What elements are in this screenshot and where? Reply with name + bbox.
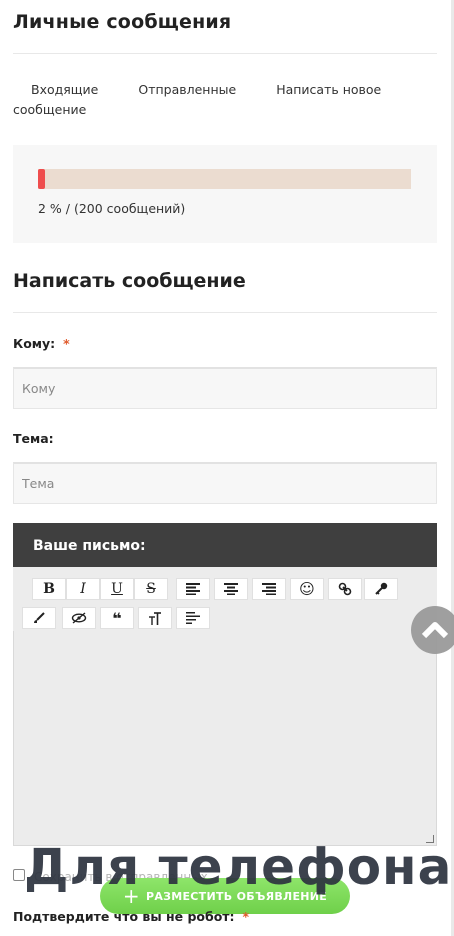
to-input[interactable] <box>13 367 437 409</box>
align-left-button[interactable] <box>176 578 210 600</box>
tab-sent[interactable]: Отправленные <box>138 82 236 97</box>
scroll-to-top-button[interactable] <box>411 606 454 654</box>
link-icon <box>338 582 352 596</box>
align-left-icon <box>186 583 200 595</box>
chevron-up-icon <box>421 622 449 639</box>
captcha-label: Подтвердите что вы не робот: * <box>13 909 249 924</box>
required-mark: * <box>63 336 70 351</box>
subject-input[interactable] <box>13 462 437 504</box>
font-size-icon <box>149 611 161 625</box>
strikethrough-button[interactable]: S <box>134 578 168 600</box>
font-size-button[interactable] <box>138 607 172 629</box>
align-right-button[interactable] <box>252 578 286 600</box>
overlay-caption: Для телефона <box>24 838 453 896</box>
compose-title: Написать сообщение <box>13 270 246 292</box>
editor-toolbar: B I U S ☺ ❝ <box>13 567 437 631</box>
brush-icon <box>34 612 45 623</box>
hide-button[interactable] <box>62 607 96 629</box>
align-center-button[interactable] <box>214 578 248 600</box>
message-tabs: Входящие Отправленные Написать новое соо… <box>13 80 413 120</box>
key-button[interactable] <box>364 578 398 600</box>
divider <box>13 312 437 313</box>
brush-button[interactable] <box>22 607 56 629</box>
editor-header: Ваше письмо: <box>13 523 437 567</box>
link-button[interactable] <box>328 578 362 600</box>
emoji-button[interactable]: ☺ <box>290 578 324 600</box>
quota-progress-fill <box>38 169 46 189</box>
key-icon <box>375 582 388 595</box>
eye-slash-icon <box>71 612 87 624</box>
page-title: Личные сообщения <box>13 11 232 33</box>
quote-button[interactable]: ❝ <box>100 607 134 629</box>
italic-button[interactable]: I <box>66 578 100 600</box>
subject-label: Тема: <box>13 431 54 446</box>
tab-inbox[interactable]: Входящие <box>13 82 98 97</box>
paragraph-icon <box>186 612 200 624</box>
captcha-label-text: Подтвердите что вы не робот: <box>13 909 235 924</box>
quota-text: 2 % / (200 сообщений) <box>38 201 186 216</box>
quota-progress-bar <box>38 169 411 189</box>
divider <box>13 53 437 54</box>
underline-button[interactable]: U <box>100 578 134 600</box>
to-label: Кому: * <box>13 336 70 351</box>
quota-panel: 2 % / (200 сообщений) <box>13 145 437 243</box>
bold-button[interactable]: B <box>32 578 66 600</box>
paragraph-button[interactable] <box>176 607 210 629</box>
align-right-icon <box>262 583 276 595</box>
message-body-editor[interactable] <box>13 631 437 846</box>
required-mark: * <box>242 909 250 924</box>
align-center-icon <box>224 583 238 595</box>
to-label-text: Кому: <box>13 336 56 351</box>
